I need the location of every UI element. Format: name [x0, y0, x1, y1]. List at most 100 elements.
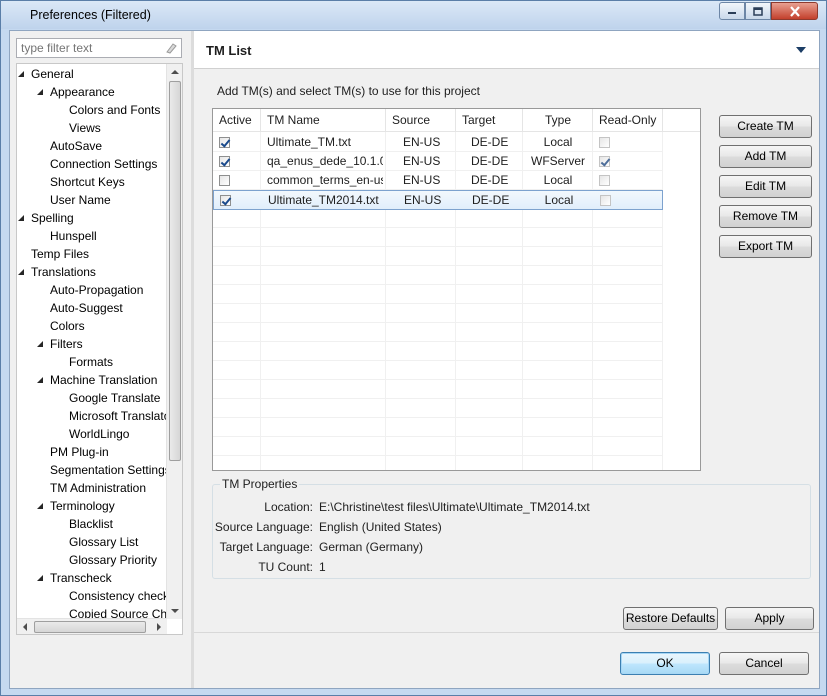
expand-arrow-icon[interactable]: [36, 340, 44, 348]
source-cell: EN-US: [403, 154, 441, 168]
expand-arrow-icon[interactable]: [36, 376, 44, 384]
tree-item[interactable]: Auto-Suggest: [17, 299, 167, 317]
tree-item[interactable]: Machine Translation: [17, 371, 167, 389]
tree-item[interactable]: Filters: [17, 335, 167, 353]
tree-item-label: Machine Translation: [50, 373, 158, 387]
tree-item-label: Consistency check: [69, 589, 167, 603]
active-checkbox[interactable]: [219, 137, 230, 148]
tree-item[interactable]: Glossary Priority: [17, 551, 167, 569]
tree-item-label: WorldLingo: [69, 427, 130, 441]
tree-item[interactable]: Appearance: [17, 83, 167, 101]
expand-arrow-icon[interactable]: [36, 88, 44, 96]
scroll-left-icon[interactable]: [17, 619, 33, 635]
close-button[interactable]: [771, 2, 818, 20]
row-gridline: [213, 246, 663, 247]
tree-item-label: Connection Settings: [50, 157, 158, 171]
expand-arrow-icon[interactable]: [17, 70, 25, 78]
scroll-thumb[interactable]: [169, 81, 181, 461]
tree-horizontal-scrollbar[interactable]: [17, 618, 167, 634]
close-icon: [789, 5, 800, 17]
row-gridline: [213, 227, 663, 228]
tree-item[interactable]: AutoSave: [17, 137, 167, 155]
col-source[interactable]: Source: [386, 109, 456, 132]
expand-arrow-icon[interactable]: [17, 268, 25, 276]
export-tm-button[interactable]: Export TM: [719, 235, 812, 258]
active-checkbox[interactable]: [220, 195, 231, 206]
target-language-label: Target Language:: [219, 540, 313, 554]
table-row[interactable]: qa_enus_dede_10.1.0... EN-US DE-DE WFServer: [213, 152, 663, 172]
col-read-only[interactable]: Read-Only: [593, 109, 663, 132]
add-tm-button[interactable]: Add TM: [719, 145, 812, 168]
active-checkbox[interactable]: [219, 175, 230, 186]
tree-item[interactable]: Colors: [17, 317, 167, 335]
tree-item-label: Translations: [31, 265, 96, 279]
tree-item[interactable]: Spelling: [17, 209, 167, 227]
tree-item[interactable]: User Name: [17, 191, 167, 209]
expand-arrow-icon[interactable]: [36, 574, 44, 582]
clear-filter-icon[interactable]: [164, 41, 178, 55]
expand-arrow-icon[interactable]: [17, 214, 25, 222]
tree-item[interactable]: Auto-Propagation: [17, 281, 167, 299]
expand-arrow-icon[interactable]: [36, 502, 44, 510]
tree-item[interactable]: WorldLingo: [17, 425, 167, 443]
tree-item[interactable]: Hunspell: [17, 227, 167, 245]
hscroll-thumb[interactable]: [34, 621, 146, 633]
tree-item[interactable]: PM Plug-in: [17, 443, 167, 461]
row-gridline: [213, 398, 663, 399]
tree-item[interactable]: Microsoft Translator: [17, 407, 167, 425]
restore-defaults-button[interactable]: Restore Defaults: [623, 607, 718, 630]
tree-item[interactable]: Google Translate: [17, 389, 167, 407]
tree-item[interactable]: General: [17, 65, 167, 83]
table-row[interactable]: Ultimate_TM2014.txt EN-US DE-DE Local: [213, 190, 663, 210]
tree-item[interactable]: Transcheck: [17, 569, 167, 587]
type-cell: Local: [543, 173, 573, 187]
col-active[interactable]: Active: [213, 109, 261, 132]
scroll-right-icon[interactable]: [151, 619, 167, 635]
maximize-button[interactable]: [745, 2, 771, 20]
cancel-button[interactable]: Cancel: [719, 652, 809, 675]
tree-item[interactable]: Blacklist: [17, 515, 167, 533]
col-target[interactable]: Target: [456, 109, 523, 132]
tree-item[interactable]: Formats: [17, 353, 167, 371]
apply-button[interactable]: Apply: [725, 607, 814, 630]
tree-item[interactable]: Colors and Fonts: [17, 101, 167, 119]
tree-item[interactable]: Connection Settings: [17, 155, 167, 173]
tree-item[interactable]: Views: [17, 119, 167, 137]
tree-item[interactable]: Consistency check: [17, 587, 167, 605]
row-gridline: [213, 436, 663, 437]
table-row[interactable]: Ultimate_TM.txt EN-US DE-DE Local: [213, 133, 663, 153]
edit-tm-button[interactable]: Edit TM: [719, 175, 812, 198]
page-header: TM List: [194, 31, 819, 69]
tree-item[interactable]: Glossary List: [17, 533, 167, 551]
scroll-down-icon[interactable]: [167, 603, 183, 619]
instruction-text: Add TM(s) and select TM(s) to use for th…: [217, 84, 480, 98]
minimize-button[interactable]: [719, 2, 745, 20]
tree-item[interactable]: Temp Files: [17, 245, 167, 263]
col-tm-name[interactable]: TM Name: [261, 109, 386, 132]
title-bar[interactable]: Preferences (Filtered): [1, 1, 826, 29]
preferences-window: Preferences (Filtered) General Appearance…: [0, 0, 827, 696]
tree-item[interactable]: Shortcut Keys: [17, 173, 167, 191]
tree-vertical-scrollbar[interactable]: [166, 64, 182, 619]
filter-input[interactable]: [17, 39, 157, 57]
target-language-value: German (Germany): [319, 540, 424, 554]
tree-item-label: Glossary Priority: [69, 553, 158, 567]
remove-tm-button[interactable]: Remove TM: [719, 205, 812, 228]
col-type[interactable]: Type: [523, 109, 593, 132]
tree-item[interactable]: TM Administration: [17, 479, 167, 497]
source-cell: EN-US: [403, 135, 441, 149]
tree-item[interactable]: Terminology: [17, 497, 167, 515]
active-checkbox[interactable]: [219, 156, 230, 167]
tree-item-label: Microsoft Translator: [69, 409, 167, 423]
row-gridline: [213, 379, 663, 380]
read-only-checkbox: [599, 156, 610, 167]
tree-item[interactable]: Segmentation Settings: [17, 461, 167, 479]
ok-button[interactable]: OK: [620, 652, 710, 675]
location-label: Location:: [264, 500, 313, 514]
scroll-up-icon[interactable]: [167, 64, 183, 80]
view-menu-icon[interactable]: [796, 47, 806, 53]
read-only-checkbox: [599, 137, 610, 148]
create-tm-button[interactable]: Create TM: [719, 115, 812, 138]
table-row[interactable]: common_terms_en-us... EN-US DE-DE Local: [213, 171, 663, 191]
tree-item[interactable]: Translations: [17, 263, 167, 281]
